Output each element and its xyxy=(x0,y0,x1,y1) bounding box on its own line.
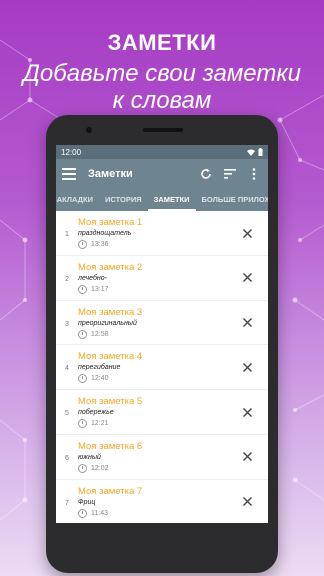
camera-icon xyxy=(86,127,92,133)
status-icons xyxy=(247,148,263,156)
phone-frame: 12:00 Заметки ЗАКЛАДКИ ИСТОРИЯ ЗАМЕТКИ Б xyxy=(46,115,278,573)
list-item[interactable]: 7 Моя заметка 7 Фриц 11:43 xyxy=(56,480,268,523)
tab-notes[interactable]: ЗАМЕТКИ xyxy=(147,189,196,211)
delete-note-icon[interactable] xyxy=(234,354,260,380)
app-screen: 12:00 Заметки ЗАКЛАДКИ ИСТОРИЯ ЗАМЕТКИ Б xyxy=(56,145,268,523)
note-time: 12:40 xyxy=(91,375,109,383)
delete-note-icon[interactable] xyxy=(234,220,260,246)
clock-icon xyxy=(78,508,87,518)
tab-bookmarks[interactable]: ЗАКЛАДКИ xyxy=(56,189,99,211)
note-index: 7 xyxy=(65,499,69,507)
clock-icon xyxy=(78,284,87,294)
list-item[interactable]: 6 Моя заметка 6 южный 12:02 xyxy=(56,435,268,480)
clock-icon xyxy=(78,419,87,429)
note-index: 5 xyxy=(65,410,69,418)
note-index: 6 xyxy=(65,454,69,462)
status-time: 12:00 xyxy=(61,147,82,157)
delete-note-icon[interactable] xyxy=(234,310,260,336)
clock-icon xyxy=(78,463,87,473)
tab-history[interactable]: ИСТОРИЯ xyxy=(99,189,148,211)
note-time: 12:58 xyxy=(91,330,109,338)
app-toolbar: Заметки xyxy=(56,159,268,189)
speaker-grille xyxy=(143,128,183,132)
delete-note-icon[interactable] xyxy=(234,399,260,425)
note-time: 13:36 xyxy=(91,241,109,248)
list-item[interactable]: 3 Моя заметка 3 преоригинальный 12:58 xyxy=(56,301,268,346)
menu-icon[interactable] xyxy=(62,168,76,180)
tab-bar: ЗАКЛАДКИ ИСТОРИЯ ЗАМЕТКИ БОЛЬШЕ ПРИЛОЖЕН… xyxy=(56,189,268,211)
note-index: 1 xyxy=(65,231,69,238)
note-time: 12:21 xyxy=(91,420,109,428)
list-item[interactable]: 2 Моя заметка 2 лечебно- 13:17 xyxy=(56,256,268,301)
note-index: 4 xyxy=(65,365,69,373)
note-time: 13:17 xyxy=(91,285,109,293)
notes-list: 1 Моя заметка 1 празднощатель 13:36 2 Мо… xyxy=(56,211,268,523)
battery-icon xyxy=(258,148,263,156)
clock-icon xyxy=(78,240,87,249)
list-item[interactable]: 5 Моя заметка 5 побережье 12:21 xyxy=(56,390,268,435)
delete-note-icon[interactable] xyxy=(234,489,260,515)
note-time: 12:02 xyxy=(91,464,109,472)
delete-note-icon[interactable] xyxy=(234,444,260,470)
more-vert-icon[interactable] xyxy=(246,166,262,182)
clock-icon xyxy=(78,329,87,339)
sort-icon[interactable] xyxy=(222,166,238,182)
note-index: 2 xyxy=(65,275,69,283)
promo-subtitle-line1: Добавьте свои заметки xyxy=(22,60,302,87)
wifi-icon xyxy=(247,149,255,156)
promo-title: ЗАМЕТКИ xyxy=(107,30,217,55)
refresh-icon[interactable] xyxy=(198,166,214,182)
note-index: 3 xyxy=(65,320,69,328)
status-bar: 12:00 xyxy=(56,145,268,159)
tab-more-apps[interactable]: БОЛЬШЕ ПРИЛОЖЕНИЙ xyxy=(196,189,268,211)
clock-icon xyxy=(78,374,87,384)
list-item[interactable]: 4 Моя заметка 4 перегибание 12:40 xyxy=(56,345,268,391)
delete-note-icon[interactable] xyxy=(234,265,260,291)
promo-subtitle-line2: к словам xyxy=(112,87,212,114)
note-time: 11:43 xyxy=(91,509,108,517)
list-item[interactable]: 1 Моя заметка 1 празднощатель 13:36 xyxy=(56,211,268,256)
toolbar-title: Заметки xyxy=(88,168,133,180)
